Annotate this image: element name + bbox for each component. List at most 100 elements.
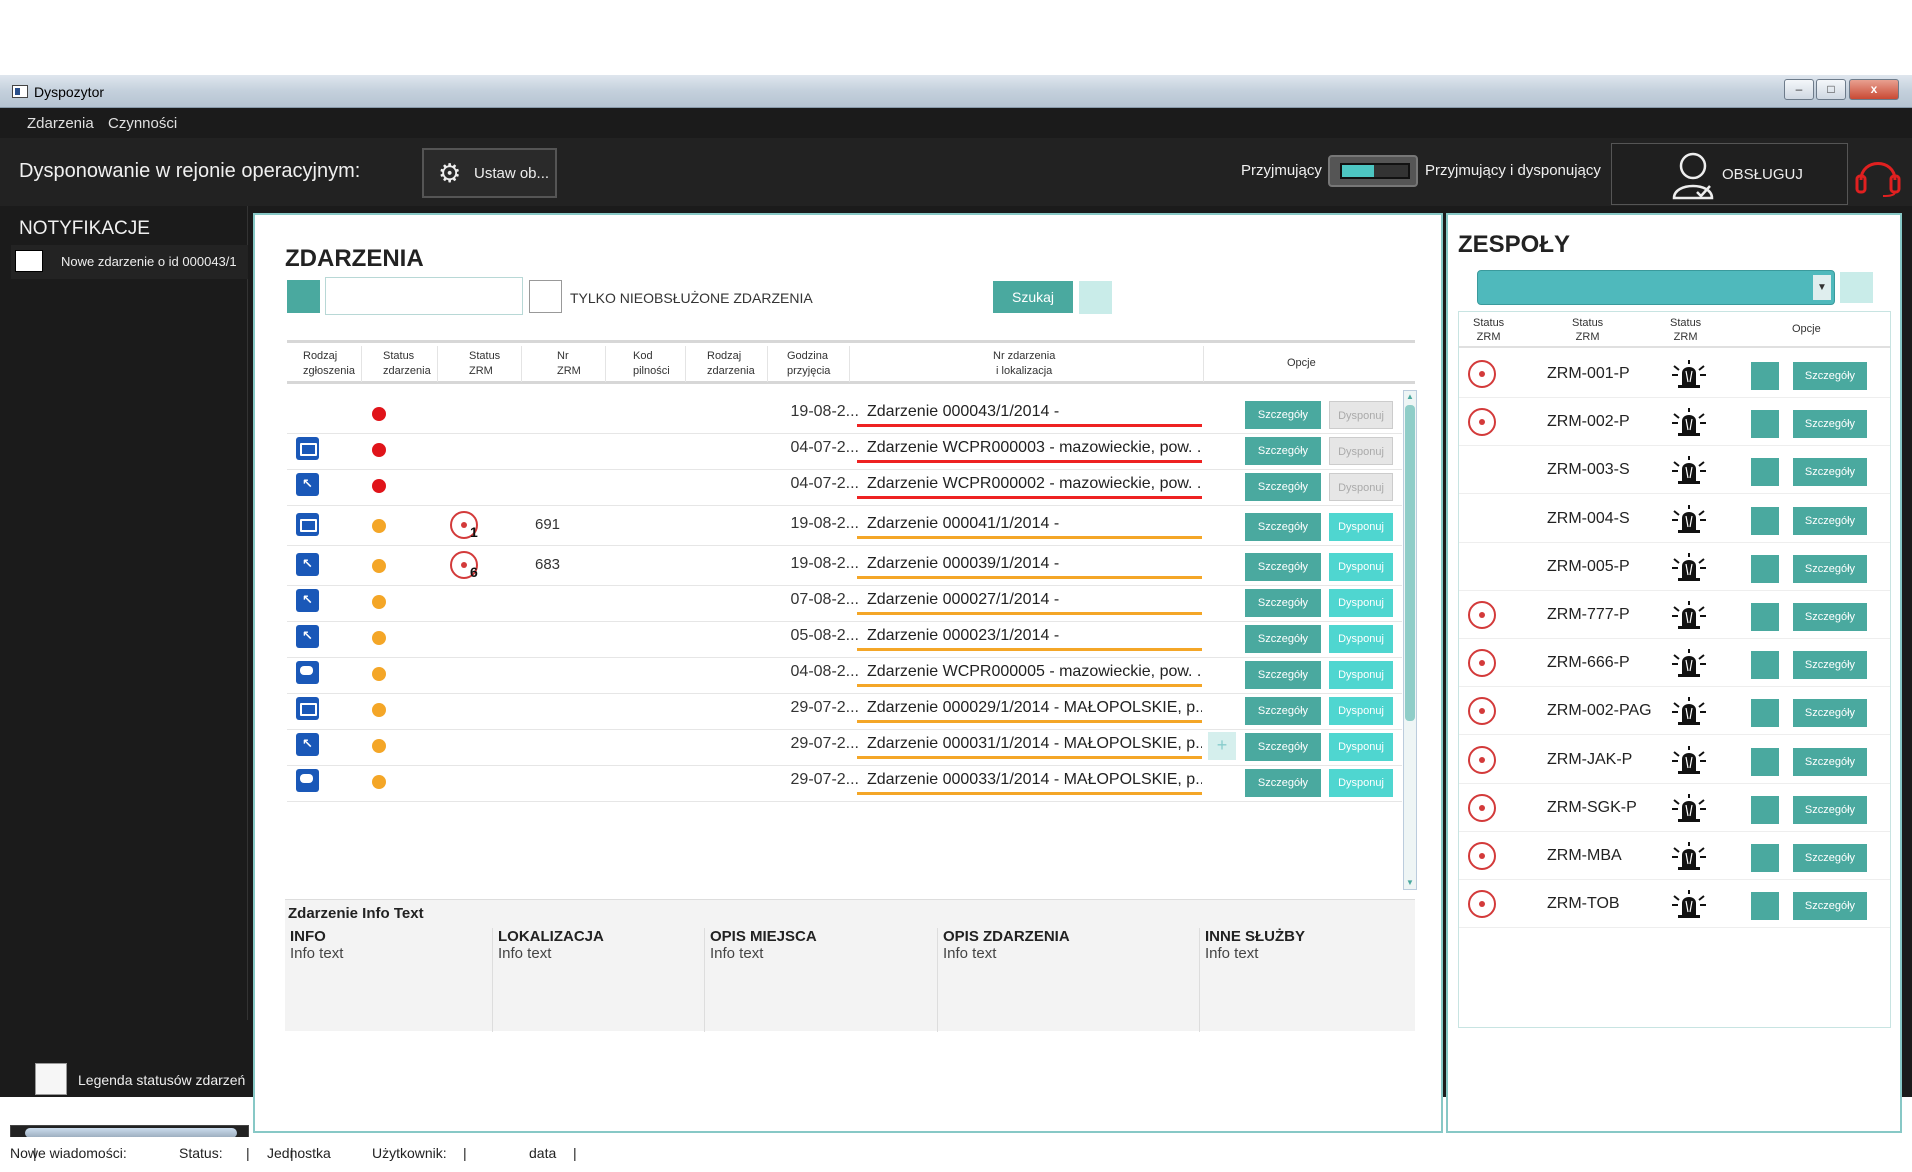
unhandled-checkbox[interactable] [529, 280, 562, 313]
team-row[interactable]: ZRM-002-PAG Szczegóły [1459, 687, 1890, 736]
event-location[interactable]: Zdarzenie 000029/1/2014 - MAŁOPOLSKIE, p… [857, 699, 1202, 723]
team-details-button[interactable]: Szczegóły [1793, 410, 1867, 439]
dispatch-button[interactable]: Dysponuj [1329, 401, 1393, 429]
team-action-button[interactable] [1751, 506, 1779, 535]
team-row[interactable]: ZRM-MBA Szczegóły [1459, 832, 1890, 880]
team-action-button[interactable] [1751, 844, 1779, 872]
dispatch-button[interactable]: Dysponuj [1329, 437, 1393, 465]
team-row[interactable]: ZRM-002-P Szczegóły [1459, 398, 1890, 447]
team-details-button[interactable]: Szczegóły [1793, 699, 1867, 728]
team-details-button[interactable]: Szczegóły [1793, 458, 1867, 487]
team-filter-button[interactable] [1840, 272, 1873, 303]
team-action-button[interactable] [1751, 892, 1779, 921]
dispatch-button[interactable]: Dysponuj [1329, 661, 1393, 689]
team-row[interactable]: ZRM-005-P Szczegóły [1459, 543, 1890, 591]
dispatch-button[interactable]: Dysponuj [1329, 553, 1393, 581]
chevron-down-icon: ▼ [1813, 275, 1831, 300]
dispatch-button[interactable]: Dysponuj [1329, 733, 1393, 761]
team-details-button[interactable]: Szczegóły [1793, 362, 1867, 390]
team-row[interactable]: ZRM-666-P Szczegóły [1459, 639, 1890, 688]
menu-czynnosci[interactable]: Czynności [108, 115, 177, 132]
team-row[interactable]: ZRM-TOB Szczegóły [1459, 880, 1890, 929]
team-action-button[interactable] [1751, 554, 1779, 583]
event-location[interactable]: Zdarzenie 000023/1/2014 - [857, 627, 1202, 651]
cursor-icon [296, 553, 319, 576]
headset-icon[interactable] [1853, 152, 1903, 197]
dispatch-button[interactable]: Dysponuj [1329, 513, 1393, 541]
details-button[interactable]: Szczegóły [1245, 697, 1321, 725]
details-button[interactable]: Szczegóły [1245, 589, 1321, 617]
team-action-button[interactable] [1751, 747, 1779, 776]
team-name: ZRM-005-P [1547, 557, 1630, 575]
details-button[interactable]: Szczegóły [1245, 437, 1321, 465]
event-location[interactable]: Zdarzenie 000041/1/2014 - [857, 515, 1202, 539]
search-button[interactable]: Szukaj [993, 281, 1073, 313]
team-details-button[interactable]: Szczegóły [1793, 603, 1867, 631]
team-details-button[interactable]: Szczegóły [1793, 554, 1867, 583]
mode-toggle[interactable] [1328, 155, 1418, 187]
team-row[interactable]: ZRM-004-S Szczegóły [1459, 495, 1890, 543]
team-details-button[interactable]: Szczegóły [1793, 651, 1867, 680]
team-action-button[interactable] [1751, 458, 1779, 487]
event-location[interactable]: Zdarzenie WCPR000003 - mazowieckie, pow.… [857, 439, 1202, 463]
details-button[interactable]: Szczegóły [1245, 769, 1321, 797]
details-button[interactable]: Szczegóły [1245, 513, 1321, 541]
team-action-button[interactable] [1751, 603, 1779, 631]
details-button[interactable]: Szczegóły [1245, 473, 1321, 501]
team-row[interactable]: ZRM-SGK-P Szczegóły [1459, 784, 1890, 832]
menu-zdarzenia[interactable]: Zdarzenia [27, 115, 94, 132]
team-row[interactable]: ZRM-JAK-P Szczegóły [1459, 736, 1890, 784]
team-select[interactable]: ▼ [1477, 270, 1835, 305]
dispatch-button[interactable]: Dysponuj [1329, 589, 1393, 617]
dispatch-button[interactable]: Dysponuj [1329, 625, 1393, 653]
event-row[interactable]: 04-07-2...Zdarzenie WCPR000002 - mazowie… [287, 462, 1402, 506]
details-button[interactable]: Szczegóły [1245, 401, 1321, 429]
obsluguj-button[interactable]: OBSŁUGUJ [1611, 143, 1848, 205]
minimize-button[interactable]: – [1784, 79, 1814, 100]
team-status-icon [1468, 601, 1496, 629]
details-button[interactable]: Szczegóły [1245, 553, 1321, 581]
ustaw-button[interactable]: ⚙ Ustaw ob... [422, 148, 557, 198]
maximize-button[interactable]: □ [1816, 79, 1846, 100]
status-separator: | [573, 1145, 577, 1161]
team-row[interactable]: ZRM-001-P Szczegóły [1459, 350, 1890, 398]
event-location[interactable]: Zdarzenie WCPR000005 - mazowieckie, pow.… [857, 663, 1202, 687]
search-input[interactable] [325, 277, 523, 315]
dispatch-button[interactable]: Dysponuj [1329, 769, 1393, 797]
team-action-button[interactable] [1751, 410, 1779, 439]
add-button[interactable]: + [1208, 732, 1236, 760]
dispatch-button[interactable]: Dysponuj [1329, 473, 1393, 501]
team-action-button[interactable] [1751, 362, 1779, 390]
team-details-button[interactable]: Szczegóły [1793, 892, 1867, 921]
details-button[interactable]: Szczegóły [1245, 661, 1321, 689]
notification-item[interactable]: Nowe zdarzenie o id 000043/1 [11, 245, 248, 279]
event-location[interactable]: Zdarzenie 000033/1/2014 - MAŁOPOLSKIE, p… [857, 771, 1202, 795]
event-location[interactable]: Zdarzenie WCPR000002 - mazowieckie, pow.… [857, 475, 1202, 499]
team-row[interactable]: ZRM-777-P Szczegóły [1459, 591, 1890, 639]
event-row[interactable]: 1 691 19-08-2... Zdarzenie 000041/1/2014 - S… [287, 502, 1402, 546]
team-details-button[interactable]: Szczegóły [1793, 844, 1867, 872]
details-button[interactable]: Szczegóły [1245, 625, 1321, 653]
menu-bar: Zdarzenia Czynności [0, 108, 1912, 138]
event-location[interactable]: Zdarzenie 000043/1/2014 - [857, 403, 1202, 427]
team-status-icon [1468, 408, 1496, 437]
dispatch-button[interactable]: Dysponuj [1329, 697, 1393, 725]
team-details-button[interactable]: Szczegóły [1793, 747, 1867, 776]
clear-button[interactable] [1079, 281, 1112, 314]
filter-button[interactable] [287, 280, 320, 313]
team-details-button[interactable]: Szczegóły [1793, 795, 1867, 824]
event-location[interactable]: Zdarzenie 000031/1/2014 - MAŁOPOLSKIE, p… [857, 735, 1202, 759]
vertical-scrollbar[interactable]: ▲ ▼ [1403, 390, 1417, 890]
team-action-button[interactable] [1751, 795, 1779, 824]
details-button[interactable]: Szczegóły [1245, 733, 1321, 761]
team-row[interactable]: ZRM-003-S Szczegóły [1459, 446, 1890, 495]
team-details-button[interactable]: Szczegóły [1793, 506, 1867, 535]
event-location[interactable]: Zdarzenie 000027/1/2014 - [857, 591, 1202, 615]
event-location[interactable]: Zdarzenie 000039/1/2014 - [857, 555, 1202, 579]
team-action-button[interactable] [1751, 699, 1779, 728]
status-legend[interactable]: Legenda statusów zdarzeń [8, 1058, 248, 1103]
event-row[interactable]: 29-07-2... Zdarzenie 000033/1/2014 - MAŁO… [287, 758, 1402, 802]
close-button[interactable]: x [1849, 79, 1899, 100]
envelope-icon [296, 437, 319, 460]
team-action-button[interactable] [1751, 651, 1779, 680]
